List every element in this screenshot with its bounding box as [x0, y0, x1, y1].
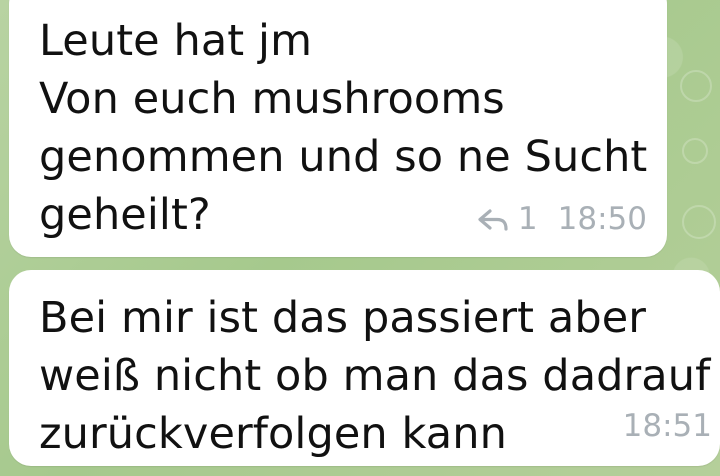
- message-line: genommen und so ne Sucht: [39, 132, 648, 182]
- reply-icon: [477, 206, 510, 233]
- message-time: 18:50: [557, 201, 647, 237]
- message-metadata: 1 18:50: [477, 203, 647, 235]
- message-time: 18:51: [622, 408, 712, 444]
- message-line: zurückverfolgen kann: [39, 409, 507, 459]
- message-bubble[interactable]: Leute hat jm Von euch mushrooms genommen…: [9, 0, 667, 257]
- message-line: Von euch mushrooms: [39, 74, 505, 124]
- message-text: Bei mir ist das passiert aber weiß nicht…: [39, 289, 711, 463]
- background-doodle: [682, 138, 708, 164]
- reply-count: 1: [517, 201, 538, 237]
- message-bubble[interactable]: Bei mir ist das passiert aber weiß nicht…: [9, 270, 720, 466]
- message-line: Bei mir ist das passiert aber: [39, 293, 647, 343]
- reply-count-button[interactable]: 1: [477, 203, 538, 235]
- background-doodle: [680, 70, 712, 102]
- message-line: Leute hat jm: [39, 16, 313, 66]
- message-line: weiß nicht ob man das dadrauf: [39, 351, 711, 401]
- background-doodle: [682, 205, 716, 239]
- message-metadata: 18:51: [623, 410, 712, 442]
